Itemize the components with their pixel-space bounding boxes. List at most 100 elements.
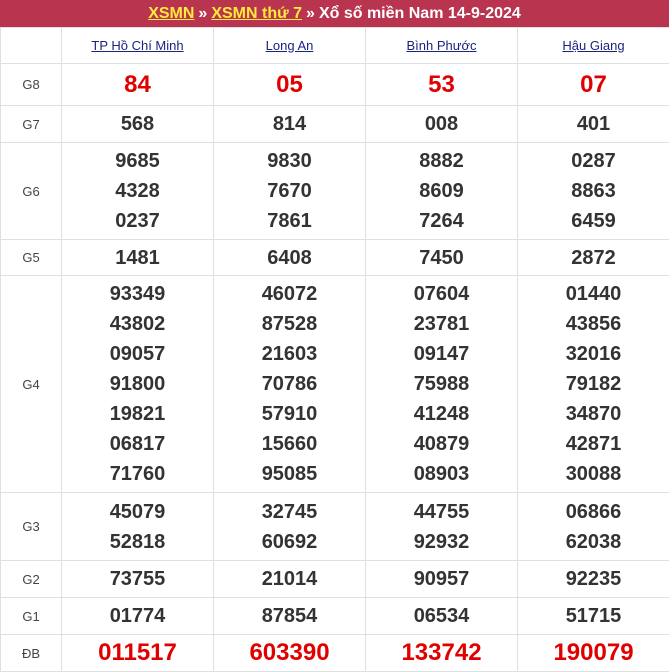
- province-cell: TP Hồ Chí Minh: [62, 28, 214, 64]
- province-cell: Hậu Giang: [518, 28, 669, 64]
- result-number: 7264: [366, 206, 517, 236]
- prize-label: G7: [1, 106, 62, 143]
- result-number: 6459: [518, 206, 669, 236]
- result-cell: 011517: [62, 635, 214, 672]
- province-link-long-an[interactable]: Long An: [266, 38, 314, 53]
- breadcrumb-link-xsmn-thu7[interactable]: XSMN thứ 7: [211, 5, 302, 23]
- result-cell: 133742: [366, 635, 518, 672]
- result-number: 568: [62, 109, 213, 139]
- result-cell: 07604237810914775988412484087908903: [366, 276, 518, 493]
- result-number: 08903: [366, 459, 517, 489]
- prize-label: ĐB: [1, 635, 62, 672]
- result-cell: 7450: [366, 240, 518, 276]
- result-number: 7670: [214, 176, 365, 206]
- result-number: 95085: [214, 459, 365, 489]
- result-number: 2872: [518, 243, 669, 273]
- prize-row-g4: G493349438020905791800198210681771760460…: [1, 276, 669, 493]
- province-link-binh-phuoc[interactable]: Bình Phước: [407, 38, 477, 53]
- result-number: 57910: [214, 399, 365, 429]
- result-number: 32745: [214, 497, 365, 527]
- result-number: 43802: [62, 309, 213, 339]
- result-number: 1481: [62, 243, 213, 273]
- result-number: 42871: [518, 429, 669, 459]
- breadcrumb-separator: »: [198, 5, 207, 23]
- result-number: 87528: [214, 309, 365, 339]
- result-number: 0287: [518, 146, 669, 176]
- result-cell: 46072875282160370786579101566095085: [214, 276, 366, 493]
- result-number: 23781: [366, 309, 517, 339]
- result-number: 011517: [62, 638, 213, 668]
- page-title: Xổ số miền Nam 14-9-2024: [319, 5, 521, 23]
- result-number: 79182: [518, 369, 669, 399]
- result-cell: 1481: [62, 240, 214, 276]
- result-number: 01440: [518, 279, 669, 309]
- result-cell: 568: [62, 106, 214, 143]
- result-number: 0237: [62, 206, 213, 236]
- result-number: 93349: [62, 279, 213, 309]
- result-number: 71760: [62, 459, 213, 489]
- result-number: 6408: [214, 243, 365, 273]
- prize-label: G1: [1, 598, 62, 635]
- prize-label: G6: [1, 143, 62, 240]
- result-number: 01774: [62, 601, 213, 631]
- result-cell: 93349438020905791800198210681771760: [62, 276, 214, 493]
- result-number: 06866: [518, 497, 669, 527]
- prize-row-g3: G345079528183274560692447559293206866620…: [1, 493, 669, 561]
- province-header-row: TP Hồ Chí Minh Long An Bình Phước Hậu Gi…: [1, 28, 669, 64]
- result-number: 07604: [366, 279, 517, 309]
- result-number: 7450: [366, 243, 517, 273]
- result-number: 70786: [214, 369, 365, 399]
- result-number: 87854: [214, 601, 365, 631]
- prize-row-special: ĐB011517603390133742190079: [1, 635, 669, 672]
- prize-label: G4: [1, 276, 62, 493]
- result-cell: 51715: [518, 598, 669, 635]
- result-number: 06817: [62, 429, 213, 459]
- result-number: 190079: [518, 638, 669, 668]
- result-cell: 92235: [518, 561, 669, 598]
- result-number: 92235: [518, 564, 669, 594]
- result-cell: 603390: [214, 635, 366, 672]
- result-cell: 4507952818: [62, 493, 214, 561]
- result-number: 51715: [518, 601, 669, 631]
- result-number: 92932: [366, 527, 517, 557]
- result-number: 32016: [518, 339, 669, 369]
- result-number: 44755: [366, 497, 517, 527]
- province-link-hcm[interactable]: TP Hồ Chí Minh: [91, 38, 183, 53]
- result-cell: 028788636459: [518, 143, 669, 240]
- result-number: 43856: [518, 309, 669, 339]
- prize-row-g8: G884055307: [1, 64, 669, 106]
- result-number: 62038: [518, 527, 669, 557]
- result-cell: 4475592932: [366, 493, 518, 561]
- province-link-hau-giang[interactable]: Hậu Giang: [562, 38, 624, 53]
- breadcrumb-separator: »: [306, 5, 315, 23]
- result-number: 60692: [214, 527, 365, 557]
- result-number: 53: [366, 70, 517, 100]
- breadcrumb-link-xsmn[interactable]: XSMN: [148, 5, 194, 23]
- breadcrumb: XSMN » XSMN thứ 7 » Xổ số miền Nam 14-9-…: [0, 0, 669, 27]
- result-cell: 07: [518, 64, 669, 106]
- result-number: 8609: [366, 176, 517, 206]
- result-cell: 73755: [62, 561, 214, 598]
- result-cell: 0686662038: [518, 493, 669, 561]
- results-table: TP Hồ Chí Minh Long An Bình Phước Hậu Gi…: [0, 27, 669, 672]
- result-number: 9830: [214, 146, 365, 176]
- result-number: 133742: [366, 638, 517, 668]
- prize-label: G8: [1, 64, 62, 106]
- prize-row-g2: G273755210149095792235: [1, 561, 669, 598]
- result-number: 4328: [62, 176, 213, 206]
- result-number: 46072: [214, 279, 365, 309]
- result-number: 41248: [366, 399, 517, 429]
- result-cell: 87854: [214, 598, 366, 635]
- result-cell: 06534: [366, 598, 518, 635]
- result-cell: 53: [366, 64, 518, 106]
- result-number: 8882: [366, 146, 517, 176]
- result-number: 90957: [366, 564, 517, 594]
- result-cell: 01440438563201679182348704287130088: [518, 276, 669, 493]
- result-cell: 008: [366, 106, 518, 143]
- prize-row-g6: G696854328023798307670786188828609726402…: [1, 143, 669, 240]
- result-number: 05: [214, 70, 365, 100]
- result-cell: 84: [62, 64, 214, 106]
- province-cell: Bình Phước: [366, 28, 518, 64]
- prize-label: G2: [1, 561, 62, 598]
- result-cell: 2872: [518, 240, 669, 276]
